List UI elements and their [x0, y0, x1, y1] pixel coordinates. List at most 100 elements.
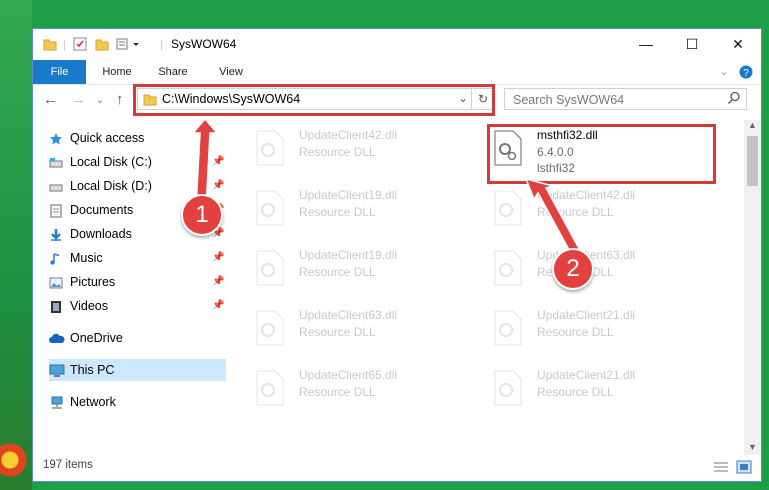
documents-icon	[49, 203, 63, 218]
customize-toolbar-icon[interactable]	[116, 37, 142, 53]
search-icon	[727, 91, 741, 108]
file-item[interactable]: UpdateClient42.dll Resource DLL	[252, 126, 482, 172]
close-button[interactable]: ✕	[715, 29, 761, 60]
maximize-icon: ☐	[685, 36, 699, 52]
maximize-button[interactable]: ☐	[669, 29, 715, 60]
vertical-scrollbar[interactable]: ▲ ▼	[744, 120, 761, 455]
explorer-window: | | SysWOW64 — ☐ ✕ File Home Share View …	[32, 28, 762, 482]
dll-file-icon	[256, 310, 284, 346]
callout-2: 2	[552, 248, 594, 290]
scroll-up-icon[interactable]: ▲	[748, 120, 757, 130]
downloads-icon	[49, 227, 63, 241]
star-icon	[49, 131, 63, 145]
pictures-icon	[49, 275, 63, 289]
tab-home[interactable]: Home	[95, 60, 139, 84]
sidebar-item-label: Videos	[70, 299, 108, 313]
music-icon	[49, 251, 63, 265]
large-icons-view-icon[interactable]	[736, 460, 752, 477]
callout-1: 1	[181, 194, 223, 236]
sidebar-item-label: Local Disk (C:)	[70, 155, 152, 169]
window-title: SysWOW64	[171, 37, 237, 51]
file-name: UpdateClient21.dll	[537, 368, 636, 382]
sidebar-item-label: OneDrive	[70, 331, 123, 345]
scroll-down-icon[interactable]: ▼	[748, 442, 757, 452]
dll-file-icon	[256, 130, 284, 166]
sidebar-item-music[interactable]: Music 📌	[49, 247, 226, 269]
dll-file-icon	[494, 310, 522, 346]
tab-share[interactable]: Share	[151, 60, 195, 84]
dll-file-icon	[256, 190, 284, 226]
separator: |	[160, 37, 164, 51]
expand-ribbon-icon[interactable]: ⌄	[716, 60, 732, 84]
new-folder-icon[interactable]	[95, 37, 109, 53]
sidebar-item-label: Network	[70, 395, 116, 409]
recent-locations-icon[interactable]: ⌄	[96, 95, 104, 106]
sidebar-item-label: Pictures	[70, 275, 116, 289]
forward-arrow-icon[interactable]: →	[71, 91, 86, 108]
file-item[interactable]: UpdateClient65.dll Resource DLL	[252, 366, 482, 412]
folder-icon	[43, 37, 57, 53]
file-name: UpdateClient65.dll	[299, 368, 398, 382]
minimize-button[interactable]: —	[623, 29, 669, 60]
tab-file[interactable]: File	[33, 60, 86, 84]
sidebar-item-onedrive[interactable]: OneDrive	[49, 327, 226, 349]
file-item[interactable]: UpdateClient21.dll Resource DLL	[490, 306, 720, 352]
file-item[interactable]: UpdateClient21.dll Resource DLL	[490, 366, 720, 412]
sidebar-item-label: Music	[70, 251, 103, 265]
computer-icon	[49, 363, 65, 377]
sidebar-item-pictures[interactable]: Pictures 📌	[49, 271, 226, 293]
file-description: Resource DLL	[537, 385, 614, 399]
sidebar-item-label: This PC	[70, 363, 115, 377]
sidebar-item-network[interactable]: Network	[49, 391, 226, 413]
file-name: UpdateClient21.dll	[537, 308, 636, 322]
file-description: Resource DLL	[299, 385, 376, 399]
tab-view[interactable]: View	[209, 60, 253, 84]
file-item[interactable]: UpdateClient19.dll Resource DLL	[252, 186, 482, 232]
file-description: Resource DLL	[299, 265, 376, 279]
sidebar-item-videos[interactable]: Videos 📌	[49, 295, 226, 317]
ribbon-tabs: File Home Share View ⌄ ?	[33, 60, 761, 85]
drive-icon	[49, 179, 63, 193]
svg-text:?: ?	[743, 68, 749, 79]
close-icon: ✕	[732, 36, 744, 52]
title-bar: | | SysWOW64 — ☐ ✕	[33, 29, 761, 60]
sidebar-item-this-pc[interactable]: This PC	[49, 359, 226, 381]
dll-file-icon	[494, 370, 522, 406]
file-description: Resource DLL	[299, 325, 376, 339]
videos-icon	[49, 299, 63, 313]
minimize-icon: —	[639, 36, 653, 52]
item-count: 197 items	[43, 459, 93, 471]
status-bar: 197 items	[33, 455, 761, 481]
sidebar-item-label: Quick access	[70, 131, 145, 145]
properties-icon[interactable]	[73, 37, 87, 53]
desktop-wallpaper-flower	[0, 430, 32, 490]
file-name: UpdateClient63.dll	[299, 308, 398, 322]
pin-icon[interactable]: 📌	[212, 247, 224, 269]
up-arrow-icon[interactable]: ↑	[116, 91, 124, 108]
file-name: UpdateClient19.dll	[299, 188, 398, 202]
desktop-background	[0, 0, 32, 490]
file-description: Resource DLL	[299, 205, 376, 219]
dll-file-icon	[256, 250, 284, 286]
details-view-icon[interactable]	[713, 460, 729, 477]
sidebar-item-label: Documents	[70, 203, 134, 217]
pin-icon[interactable]: 📌	[212, 271, 224, 293]
cloud-icon	[49, 331, 65, 345]
help-icon[interactable]: ?	[738, 60, 754, 84]
sidebar-item-label: Downloads	[70, 227, 132, 241]
file-description: Resource DLL	[299, 145, 376, 159]
pin-icon[interactable]: 📌	[212, 295, 224, 317]
search-input[interactable]: Search SysWOW64	[513, 93, 624, 107]
file-name: UpdateClient19.dll	[299, 248, 398, 262]
drive-icon	[49, 155, 63, 169]
sidebar-item-label: Local Disk (D:)	[70, 179, 152, 193]
search-box[interactable]: Search SysWOW64	[504, 88, 747, 110]
network-icon	[49, 395, 63, 409]
scrollbar-thumb[interactable]	[747, 136, 758, 186]
file-item[interactable]: UpdateClient19.dll Resource DLL	[252, 246, 482, 292]
file-name: UpdateClient42.dll	[299, 128, 398, 142]
file-item[interactable]: UpdateClient63.dll Resource DLL	[252, 306, 482, 352]
file-description: Resource DLL	[537, 325, 614, 339]
back-arrow-icon[interactable]: ←	[43, 91, 58, 108]
dll-file-icon	[256, 370, 284, 406]
